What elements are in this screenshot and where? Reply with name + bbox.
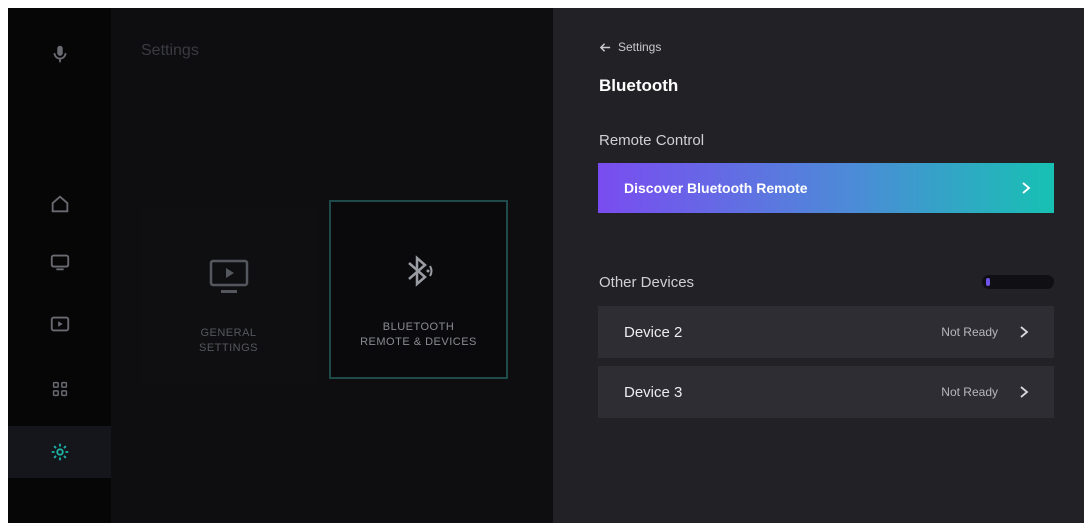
settings-background: Settings GENERAL SETTINGS BLUETOOTH REMO… [111,8,553,523]
back-button[interactable]: Settings [599,40,661,54]
device-row[interactable]: Device 3 Not Ready [598,366,1054,418]
device-status: Not Ready [941,385,998,399]
bluetooth-tile[interactable]: BLUETOOTH REMOTE & DEVICES [329,200,508,379]
chevron-right-icon [1020,326,1029,338]
monitor-icon [207,256,251,298]
back-label: Settings [618,40,662,54]
remote-control-heading: Remote Control [599,132,705,149]
general-settings-label: GENERAL SETTINGS [198,327,258,354]
back-arrow-icon [599,42,611,52]
bluetooth-tile-label: BLUETOOTH REMOTE & DEVICES [360,321,477,348]
apps-icon[interactable] [8,363,111,415]
device-status: Not Ready [941,325,998,339]
general-settings-tile[interactable]: GENERAL SETTINGS [141,208,316,383]
tv-icon[interactable] [8,236,111,288]
home-icon[interactable] [8,178,111,230]
device-name: Device 2 [624,323,683,341]
microphone-icon[interactable] [8,28,111,80]
chevron-right-icon [1022,182,1031,194]
device-row[interactable]: Device 2 Not Ready [598,306,1054,358]
bluetooth-panel: Settings Bluetooth Remote Control Discov… [553,8,1084,523]
scanning-indicator-fill [986,278,990,286]
discover-bluetooth-remote-button[interactable]: Discover Bluetooth Remote [598,163,1054,213]
background-title: Settings [141,42,199,59]
scanning-indicator [982,275,1054,289]
other-devices-heading: Other Devices [599,274,695,291]
panel-title: Bluetooth [599,76,679,95]
device-name: Device 3 [624,383,683,401]
side-rail [8,8,111,523]
chevron-right-icon [1020,386,1029,398]
tv-screen: Settings GENERAL SETTINGS BLUETOOTH REMO… [8,8,1084,523]
settings-gear-icon[interactable] [8,426,111,478]
bluetooth-icon [397,250,441,292]
discover-label: Discover Bluetooth Remote [624,180,808,196]
media-icon[interactable] [8,298,111,350]
